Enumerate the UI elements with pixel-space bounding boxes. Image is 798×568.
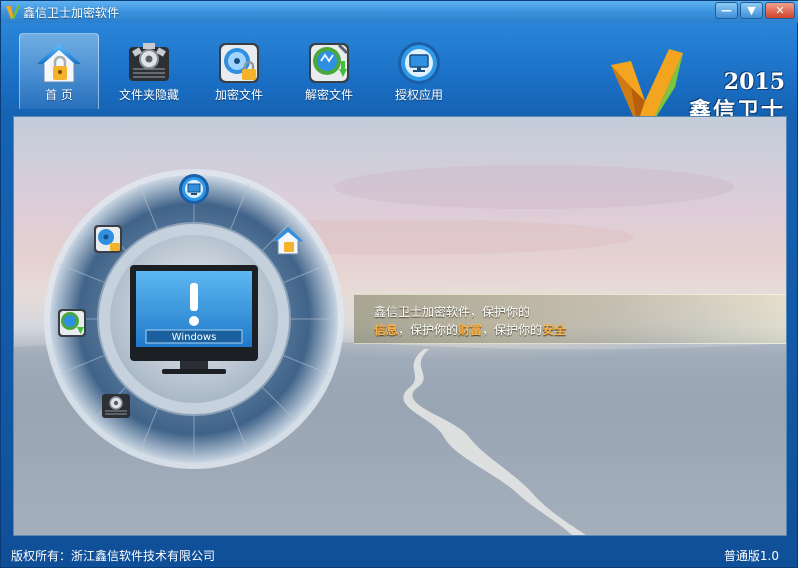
app-window: 鑫信卫士加密软件 — ▼ ✕ 首 页 文件夹隐藏 加密文件 解密文件 授权应用 … <box>0 0 798 568</box>
tab-encrypt-file[interactable]: 加密文件 <box>199 33 279 109</box>
folder-hide-icon <box>129 43 169 81</box>
tab-home-label: 首 页 <box>45 88 73 102</box>
slogan-line-2: 信息，保护你的财富，保护你的安全 <box>374 321 566 338</box>
tab-authorize-app-label: 授权应用 <box>394 88 443 102</box>
title-bar[interactable]: 鑫信卫士加密软件 — ▼ ✕ <box>1 1 798 23</box>
slogan-text-2: ，保护你的 <box>482 323 543 337</box>
slogan-banner: 鑫信卫士加密软件，保护你的 信息，保护你的财富，保护你的安全 <box>354 294 786 344</box>
monitor-icon <box>398 42 440 84</box>
ring-folder-hide-icon[interactable] <box>100 389 132 421</box>
close-button[interactable]: ✕ <box>765 2 795 19</box>
tab-folder-hide-label: 文件夹隐藏 <box>118 88 179 102</box>
minimize-button[interactable]: — <box>715 2 738 19</box>
tab-authorize-app[interactable]: 授权应用 <box>379 33 459 109</box>
slogan-word-info: 信息 <box>374 323 399 337</box>
tab-home[interactable]: 首 页 <box>19 33 99 109</box>
home-panel: 鑫信卫士加密软件，保护你的 信息，保护你的财富，保护你的安全 Windows <box>13 116 787 536</box>
version-text: 普通版1.0 <box>723 549 779 563</box>
menu-button[interactable]: ▼ <box>740 2 763 19</box>
slogan-word-wealth: 财富 <box>458 323 483 337</box>
slogan-word-security: 安全 <box>542 323 567 337</box>
ring-decrypt-icon[interactable] <box>56 307 88 339</box>
slogan-line-1: 鑫信卫士加密软件，保护你的 <box>374 305 531 319</box>
disk-lock-icon <box>219 43 259 83</box>
ring-authorize-app-icon[interactable] <box>178 173 210 205</box>
ring-home-icon[interactable] <box>272 225 304 257</box>
slogan-text-1: ，保护你的 <box>398 323 459 337</box>
decrypt-icon <box>309 43 349 83</box>
app-logo-icon <box>6 5 20 19</box>
monitor-screen-label: Windows <box>172 332 217 343</box>
status-bar: 版权所有：浙江鑫信软件技术有限公司 普通版1.0 <box>1 541 798 568</box>
brand-area: 2015 鑫信卫士 <box>609 47 789 127</box>
ring-encrypt-icon[interactable] <box>92 223 124 255</box>
window-title: 鑫信卫士加密软件 <box>23 6 120 20</box>
feature-ring: Windows <box>42 167 346 471</box>
brand-logo-icon <box>611 49 683 125</box>
tab-decrypt-file[interactable]: 解密文件 <box>289 33 369 109</box>
tab-folder-hide[interactable]: 文件夹隐藏 <box>109 33 189 109</box>
main-toolbar: 首 页 文件夹隐藏 加密文件 解密文件 授权应用 2015 鑫信卫士 <box>1 23 798 125</box>
copyright-text: 版权所有：浙江鑫信软件技术有限公司 <box>11 549 216 563</box>
tab-decrypt-file-label: 解密文件 <box>304 88 353 102</box>
window-controls: — ▼ ✕ <box>715 2 795 19</box>
tab-encrypt-file-label: 加密文件 <box>214 88 263 102</box>
brand-year: 2015 <box>723 69 785 95</box>
home-lock-icon <box>37 44 81 83</box>
